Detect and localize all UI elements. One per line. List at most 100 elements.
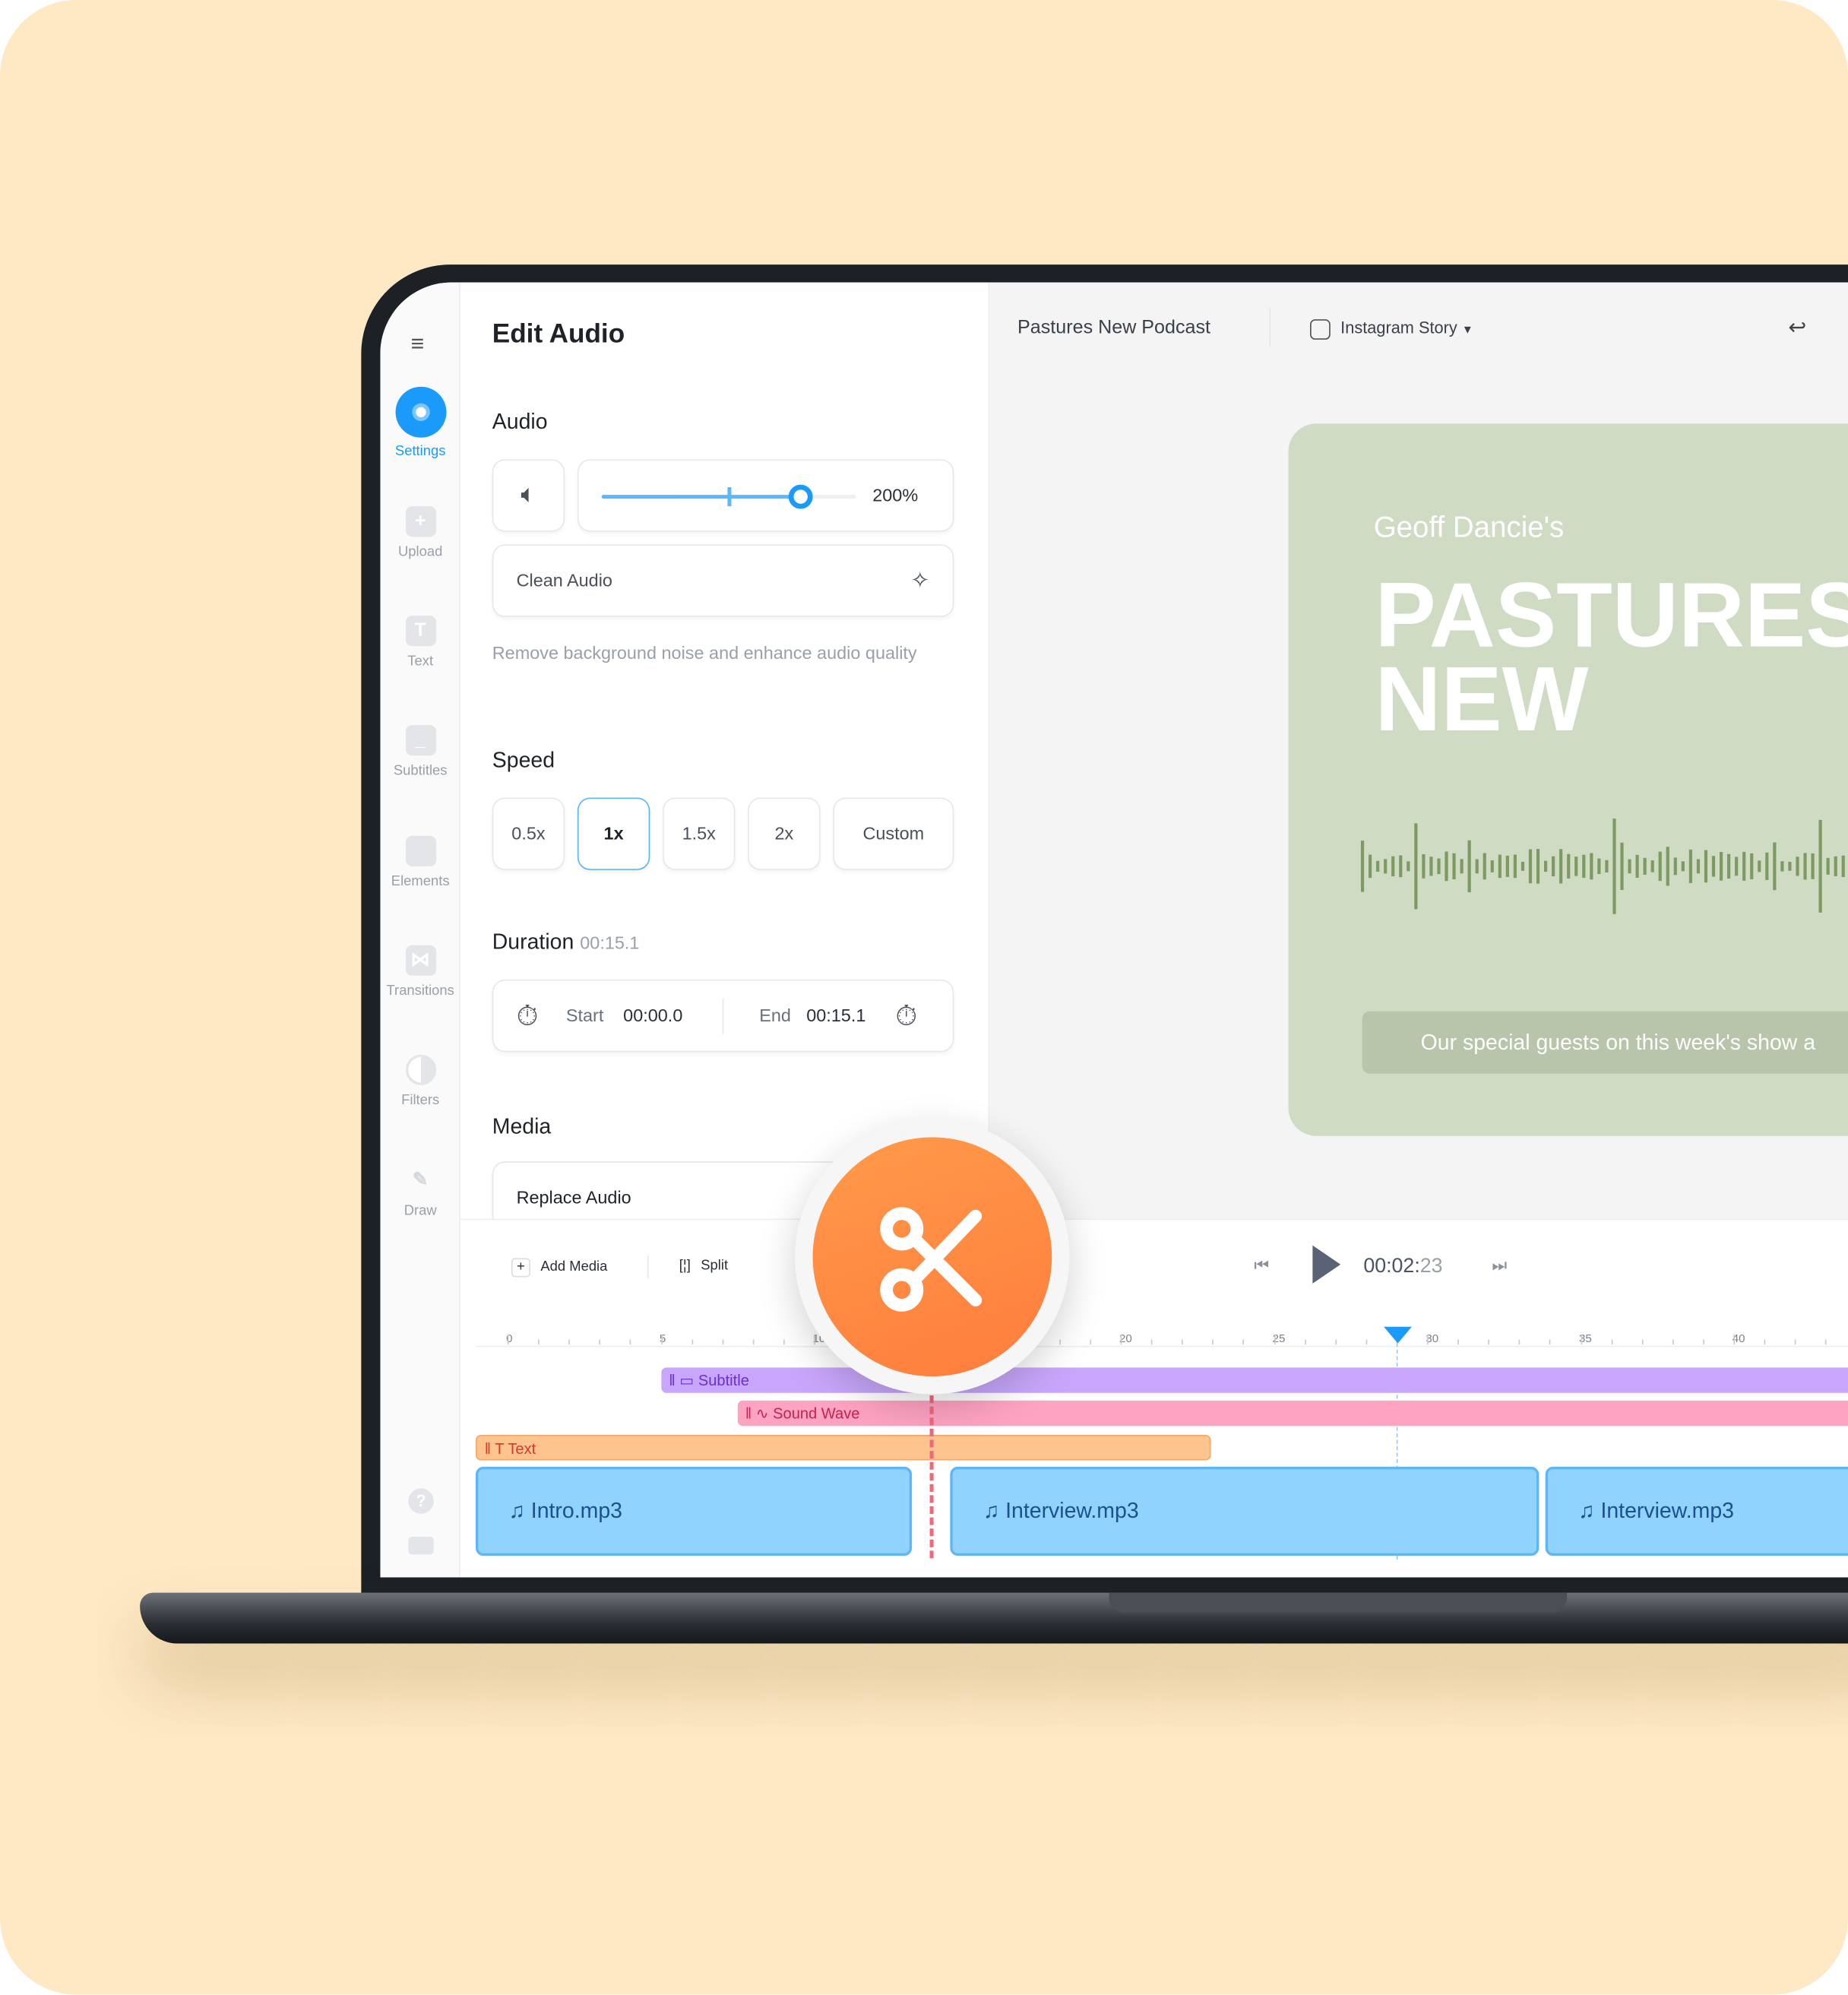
waveform-bar — [1719, 852, 1723, 881]
keyboard-icon[interactable] — [408, 1536, 434, 1555]
sidebar-item-label: Elements — [391, 873, 450, 889]
waveform-bar — [1643, 857, 1647, 875]
sidebar-item-text[interactable]: T Text — [380, 616, 460, 669]
waveform-bar — [1513, 854, 1517, 879]
sidebar-item-elements[interactable]: Elements — [380, 835, 460, 889]
story-card: Geoff Dancie's PASTURES NEW Our special g… — [1288, 423, 1848, 1136]
waveform-bar — [1559, 849, 1563, 884]
waveform-bar — [1735, 857, 1739, 876]
sidebar-item-transitions[interactable]: ⋈ Transitions — [380, 945, 460, 999]
sidebar-item-upload[interactable]: + Upload — [380, 506, 460, 559]
waveform-bar — [1582, 854, 1586, 879]
playhead-handle[interactable] — [1384, 1326, 1412, 1344]
ruler-tick — [1733, 1334, 1736, 1345]
track-label: Text — [508, 1439, 536, 1458]
card-title-line: PASTURES — [1375, 565, 1848, 667]
waveform-bar — [1360, 841, 1365, 892]
ruler-tick — [1365, 1339, 1367, 1345]
ruler-tick — [1488, 1339, 1490, 1345]
chevron-down-icon: ▼ — [1461, 323, 1473, 336]
volume-button[interactable]: 🔈︎ — [492, 459, 565, 532]
start-time-input[interactable]: 00:00.0 — [623, 980, 682, 1050]
soundwave-track[interactable]: ‖ ∿ Sound Wave — [737, 1400, 1848, 1427]
menu-icon[interactable]: ≡ — [411, 331, 425, 357]
elements-icon — [405, 835, 436, 866]
volume-knob[interactable] — [788, 484, 813, 509]
ruler-tick — [1580, 1334, 1582, 1345]
waveform-bar — [1422, 853, 1426, 879]
speed-option[interactable]: Custom — [833, 797, 954, 870]
time-ruler[interactable]: 0510152025303540 — [460, 1220, 1848, 1373]
speed-option[interactable]: 1.5x — [663, 797, 736, 870]
waveform-bar — [1597, 858, 1601, 875]
scissors-button[interactable] — [812, 1137, 1052, 1377]
laptop-base — [140, 1592, 1848, 1644]
duration-total: 00:15.1 — [580, 932, 640, 953]
volume-slider-box: 200% — [577, 459, 954, 532]
waveform-bar — [1612, 819, 1616, 914]
ruler-tick — [507, 1334, 509, 1345]
ruler-tick — [1825, 1339, 1827, 1345]
ruler-tick — [1672, 1339, 1674, 1345]
card-title: PASTURES NEW — [1375, 565, 1848, 751]
card-title-line: NEW — [1375, 648, 1589, 751]
undo-icon[interactable]: ↩ — [1788, 315, 1806, 340]
waveform-bar — [1750, 853, 1754, 879]
ruler-tick — [1457, 1339, 1460, 1345]
filters-icon — [405, 1054, 436, 1085]
waveform-bar — [1384, 859, 1388, 874]
pencil-icon: ✎ — [412, 1169, 429, 1191]
waveform-bar — [1483, 853, 1486, 880]
media-heading: Media — [492, 1114, 552, 1139]
waveform-bar — [1773, 842, 1777, 891]
waveform-bar — [1650, 860, 1654, 872]
clean-audio-description: Remove background noise and enhance audi… — [492, 642, 917, 663]
end-time-input[interactable]: 00:15.1 — [806, 980, 865, 1050]
timer-icon: ⏱︎ — [895, 999, 918, 1032]
transitions-icon: ⋈ — [405, 945, 436, 976]
audio-clip[interactable]: ♫ Interview.mp3 — [1545, 1466, 1848, 1556]
card-caption: Our special guests on this week's show a — [1362, 1011, 1848, 1074]
ruler-tick — [1334, 1339, 1337, 1345]
app-screen: ≡ Settings + Upload T Text _ Subtitles Elem… — [380, 282, 1848, 1578]
audio-clip[interactable]: ♫ Interview.mp3 — [950, 1466, 1539, 1556]
ruler-tick — [1549, 1339, 1552, 1345]
sidebar-item-filters[interactable]: Filters — [380, 1054, 460, 1108]
help-icon[interactable]: ? — [408, 1488, 434, 1514]
speaker-icon: 🔈︎ — [521, 480, 536, 509]
clean-audio-button[interactable]: Clean Audio ✧ — [492, 544, 954, 617]
waveform-bar — [1681, 861, 1685, 872]
waveform-bar — [1414, 823, 1418, 910]
waveform-graphic — [1360, 819, 1845, 914]
volume-slider[interactable] — [601, 484, 856, 509]
sidebar-item-settings[interactable]: Settings — [380, 386, 460, 459]
waveform-bar — [1498, 854, 1502, 879]
speed-option[interactable]: 2x — [748, 797, 821, 870]
ruler-tick — [752, 1339, 755, 1345]
waveform-bar — [1399, 855, 1403, 878]
text-track[interactable]: ‖ T Text — [476, 1435, 1211, 1461]
speed-option[interactable]: 0.5x — [492, 797, 565, 870]
sidebar-item-label: Text — [407, 654, 434, 670]
sidebar-item-label: Filters — [401, 1092, 440, 1108]
waveform-bar — [1391, 856, 1395, 877]
waveform-bar — [1620, 842, 1624, 890]
ruler-baseline — [476, 1345, 1848, 1347]
waveform-bar — [1452, 853, 1456, 879]
sidebar-item-draw[interactable]: ✎ Draw — [380, 1165, 460, 1218]
waveform-bar — [1635, 854, 1639, 878]
divider — [722, 998, 724, 1034]
waveform-bar — [1765, 852, 1769, 880]
waveform-bar — [1666, 847, 1669, 886]
duration-heading: Duration 00:15.1 — [492, 930, 640, 955]
speed-option-selected[interactable]: 1x — [577, 797, 650, 870]
waveform-bar — [1818, 819, 1822, 913]
waveform-bar — [1445, 851, 1448, 882]
audio-clip[interactable]: ♫ Intro.mp3 — [476, 1466, 913, 1556]
format-dropdown[interactable]: Instagram Story ▼ — [1310, 318, 1473, 340]
preview-area: Pastures New Podcast Instagram Story ▼ ↩… — [989, 282, 1848, 1219]
sidebar-item-subtitles[interactable]: _ Subtitles — [380, 725, 460, 778]
waveform-bar — [1796, 857, 1799, 876]
instagram-icon — [1310, 318, 1331, 340]
waveform-bar — [1727, 853, 1731, 879]
